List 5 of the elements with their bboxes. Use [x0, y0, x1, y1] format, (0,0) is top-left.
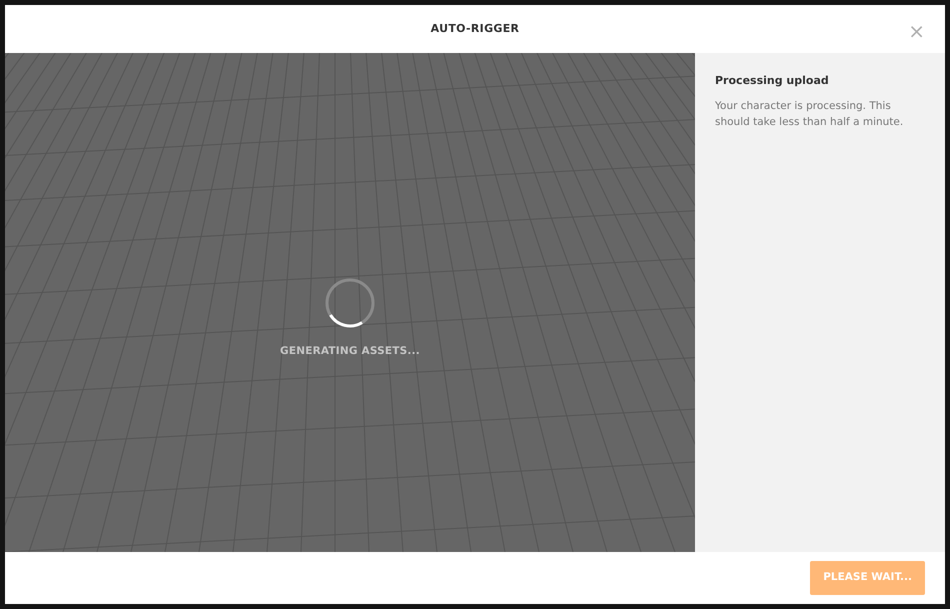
- panel-heading: Processing upload: [715, 73, 830, 89]
- close-button[interactable]: ×: [908, 21, 925, 41]
- panel-text: Your character is processing. This should take less than half a minute.: [715, 98, 904, 130]
- status-text: GENERATING ASSETS...: [280, 344, 420, 359]
- dialog-title: AUTO-RIGGER: [430, 20, 520, 37]
